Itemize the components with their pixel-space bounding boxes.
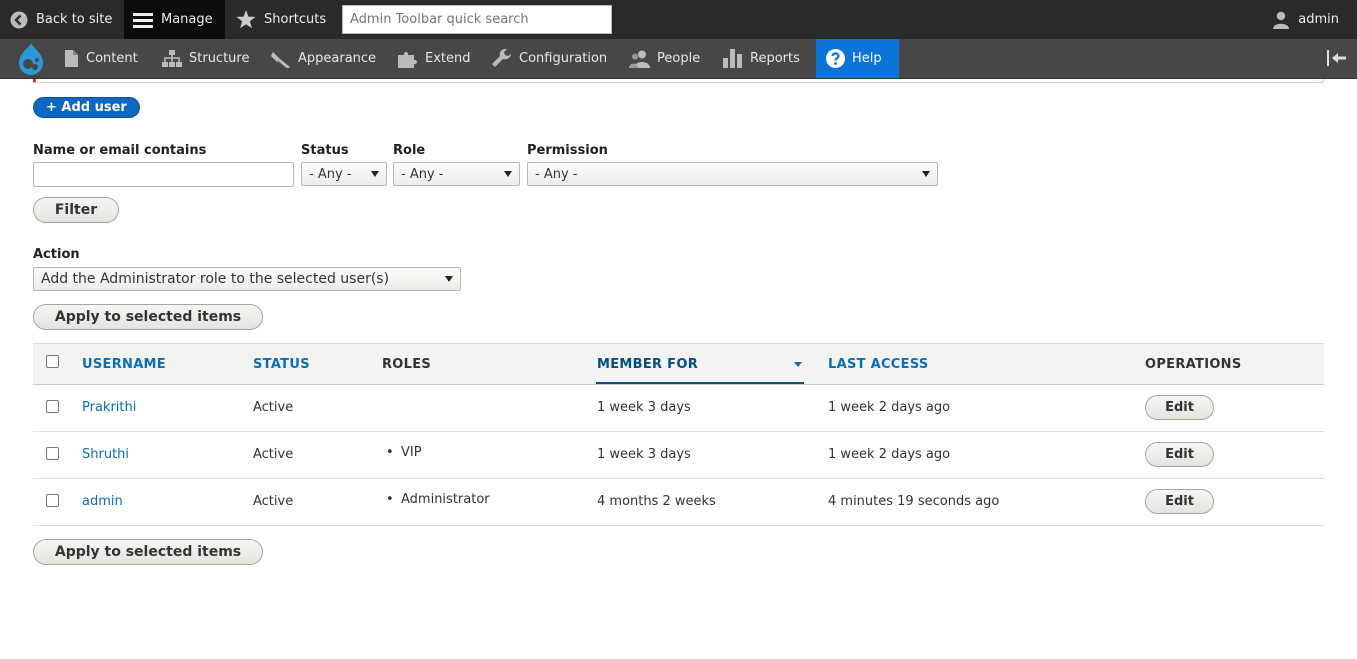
action-label: Action [33, 247, 80, 262]
back-to-site-label: Back to site [36, 12, 113, 27]
action-value: Add the Administrator role to the select… [41, 271, 390, 287]
table-row: Prakrithi Active 1 week 3 days 1 week 2 … [33, 385, 1324, 432]
star-icon [236, 10, 256, 29]
role-list-item: Administrator [386, 492, 490, 507]
tray-item-people[interactable]: People [629, 39, 700, 78]
tray-item-help[interactable]: Help [816, 39, 899, 78]
tray-item-structure[interactable]: Structure [162, 39, 249, 78]
sort-desc-icon [794, 362, 802, 367]
drupal-logo-icon[interactable] [15, 42, 47, 80]
tray-item-content[interactable]: Content [64, 39, 138, 78]
permission-filter-label: Permission [527, 143, 608, 158]
active-sort-indicator [596, 382, 804, 384]
tray-item-label: Configuration [519, 51, 608, 66]
admin-tray: Content Structure Appearance Extend Conf… [0, 39, 1357, 79]
member-for-cell: 1 week 3 days [597, 447, 691, 462]
status-cell: Active [253, 494, 294, 509]
status-filter-select[interactable]: - Any - [301, 162, 387, 186]
role-filter-select[interactable]: - Any - [393, 162, 520, 186]
permission-filter-select[interactable]: - Any - [527, 162, 938, 186]
chevron-down-icon [371, 171, 379, 177]
back-to-site-link[interactable]: Back to site [10, 0, 112, 39]
chevron-down-icon [922, 171, 930, 177]
permission-filter-value: - Any - [535, 166, 578, 182]
header-status[interactable]: STATUS [253, 357, 310, 372]
header-last-access[interactable]: LAST ACCESS [828, 357, 929, 372]
row-checkbox[interactable] [46, 494, 59, 507]
name-filter-label: Name or email contains [33, 143, 207, 158]
collapse-tray-icon[interactable] [1327, 50, 1347, 70]
member-for-cell: 4 months 2 weeks [597, 494, 716, 509]
quick-search-input[interactable] [342, 5, 612, 34]
status-cell: Active [253, 447, 294, 462]
tray-item-label: Help [852, 51, 882, 66]
select-all-checkbox[interactable] [46, 355, 59, 368]
tray-item-extend[interactable]: Extend [398, 39, 471, 78]
header-username[interactable]: USERNAME [82, 357, 166, 372]
header-roles: ROLES [382, 357, 432, 372]
shortcuts-label: Shortcuts [264, 12, 327, 27]
tray-item-reports[interactable]: Reports [723, 39, 800, 78]
tray-item-label: Structure [189, 51, 250, 66]
last-access-cell: 1 week 2 days ago [828, 447, 951, 462]
username-link[interactable]: admin [82, 494, 123, 509]
chevron-left-circle-icon [10, 11, 28, 28]
edit-button[interactable]: Edit [1145, 395, 1214, 420]
status-cell: Active [253, 400, 294, 415]
apply-selected-button-top[interactable]: Apply to selected items [33, 304, 263, 330]
file-icon [65, 50, 78, 67]
status-message-edge [33, 79, 1324, 83]
manage-label: Manage [161, 12, 213, 27]
user-label: admin [1298, 12, 1339, 27]
edit-button[interactable]: Edit [1145, 442, 1214, 467]
username-link[interactable]: Prakrithi [82, 400, 136, 415]
action-select[interactable]: Add the Administrator role to the select… [33, 267, 461, 291]
apply-selected-button-bottom[interactable]: Apply to selected items [33, 539, 263, 565]
role-filter-label: Role [393, 143, 426, 158]
status-filter-value: - Any - [309, 166, 352, 182]
chevron-down-icon [504, 171, 512, 177]
structure-icon [162, 50, 182, 67]
tray-item-label: Content [86, 51, 138, 66]
edit-button[interactable]: Edit [1145, 489, 1214, 514]
admin-toolbar: Back to site Manage Shortcuts admin [0, 0, 1357, 39]
manage-tab[interactable]: Manage [124, 0, 225, 39]
tray-item-label: People [657, 51, 701, 66]
bar-chart-icon [723, 49, 742, 68]
member-for-cell: 1 week 3 days [597, 400, 691, 415]
table-header: USERNAME STATUS ROLES MEMBER FOR LAST AC… [33, 343, 1324, 385]
tray-item-label: Appearance [298, 51, 377, 66]
role-filter-value: - Any - [401, 166, 444, 182]
people-icon [629, 50, 650, 68]
tray-item-appearance[interactable]: Appearance [271, 39, 376, 78]
row-checkbox[interactable] [46, 447, 59, 460]
header-member-for[interactable]: MEMBER FOR [597, 357, 698, 372]
tray-item-label: Reports [750, 51, 800, 66]
last-access-cell: 1 week 2 days ago [828, 400, 951, 415]
puzzle-icon [398, 51, 417, 68]
wrench-icon [492, 49, 511, 67]
shortcuts-tab[interactable]: Shortcuts [236, 0, 326, 39]
role-list-item: VIP [386, 445, 421, 460]
table-row: admin Active Administrator 4 months 2 we… [33, 479, 1324, 526]
brush-icon [271, 51, 290, 68]
table-row: Shruthi Active VIP 1 week 3 days 1 week … [33, 432, 1324, 479]
status-filter-label: Status [301, 143, 349, 158]
name-filter-input[interactable] [33, 162, 294, 187]
header-operations: OPERATIONS [1145, 357, 1242, 372]
question-icon [826, 49, 845, 68]
user-icon [1273, 11, 1290, 29]
user-menu[interactable]: admin [1272, 0, 1339, 39]
chevron-down-icon [445, 276, 453, 282]
tray-item-label: Extend [425, 51, 471, 66]
filter-button[interactable]: Filter [33, 197, 119, 223]
tray-item-configuration[interactable]: Configuration [492, 39, 607, 78]
username-link[interactable]: Shruthi [82, 447, 129, 462]
row-checkbox[interactable] [46, 400, 59, 413]
last-access-cell: 4 minutes 19 seconds ago [828, 494, 1000, 509]
hamburger-icon [133, 12, 153, 28]
add-user-button[interactable]: + Add user [33, 97, 140, 118]
